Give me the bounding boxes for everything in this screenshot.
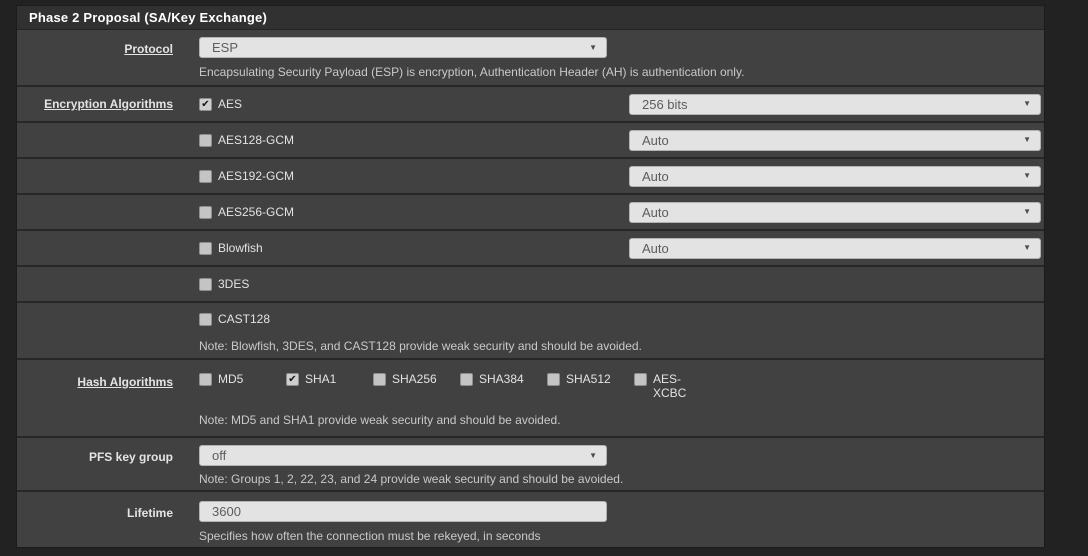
- pfs-key-group-select[interactable]: off ▼: [199, 445, 607, 466]
- checkbox-icon[interactable]: [199, 312, 212, 326]
- aes192-gcm-checkbox[interactable]: AES192-GCM: [199, 169, 294, 183]
- lifetime-note: Specifies how often the connection must …: [199, 529, 541, 543]
- checkbox-icon[interactable]: [199, 373, 212, 386]
- encryption-row-aes192-gcm: AES192-GCM Auto ▼: [17, 157, 1044, 193]
- protocol-select[interactable]: ESP ▼: [199, 37, 607, 58]
- hash-options: MD5 SHA1 SHA256 SHA384: [199, 372, 1041, 400]
- aes-checkbox[interactable]: AES: [199, 97, 242, 111]
- cast128-checkbox-label: CAST128: [218, 312, 271, 326]
- lifetime-row: Lifetime Specifies how often the connect…: [17, 490, 1044, 547]
- checkbox-icon[interactable]: [199, 169, 212, 183]
- checkbox-icon[interactable]: [460, 373, 473, 386]
- sha384-checkbox-label: SHA384: [479, 372, 524, 386]
- blowfish-keylength-value: Auto: [642, 240, 669, 256]
- 3des-checkbox-label: 3DES: [218, 277, 250, 291]
- protocol-label: Protocol: [124, 42, 173, 56]
- protocol-row: Protocol ESP ▼ Encapsulating Security Pa…: [17, 30, 1044, 85]
- aes-keylength-select[interactable]: 256 bits ▼: [629, 93, 1041, 115]
- checkbox-icon[interactable]: [199, 97, 212, 111]
- aes256-gcm-keylength-select[interactable]: Auto ▼: [629, 201, 1041, 223]
- encryption-weak-note: Note: Blowfish, 3DES, and CAST128 provid…: [199, 339, 642, 353]
- aes192-gcm-keylength-select[interactable]: Auto ▼: [629, 165, 1041, 187]
- sha256-checkbox[interactable]: SHA256: [373, 372, 460, 400]
- aes128-gcm-keylength-select[interactable]: Auto ▼: [629, 129, 1041, 151]
- panel-body: Protocol ESP ▼ Encapsulating Security Pa…: [17, 30, 1044, 547]
- encryption-row-aes256-gcm: AES256-GCM Auto ▼: [17, 193, 1044, 229]
- aes-keylength-value: 256 bits: [642, 96, 688, 112]
- sha1-checkbox[interactable]: SHA1: [286, 372, 373, 400]
- 3des-checkbox[interactable]: 3DES: [199, 277, 249, 291]
- md5-checkbox[interactable]: MD5: [199, 372, 286, 400]
- panel-header: Phase 2 Proposal (SA/Key Exchange): [17, 6, 1044, 30]
- sha512-checkbox[interactable]: SHA512: [547, 372, 634, 400]
- encryption-row-cast128: CAST128 Note: Blowfish, 3DES, and CAST12…: [17, 301, 1044, 358]
- checkbox-icon[interactable]: [199, 205, 212, 219]
- aes256-gcm-keylength-value: Auto: [642, 204, 669, 220]
- aes-checkbox-label: AES: [218, 97, 243, 111]
- protocol-select-value: ESP: [212, 40, 239, 55]
- encryption-row-blowfish: Blowfish Auto ▼: [17, 229, 1044, 265]
- md5-checkbox-label: MD5: [218, 372, 244, 386]
- aes128-gcm-checkbox-label: AES128-GCM: [218, 133, 295, 147]
- blowfish-checkbox[interactable]: Blowfish: [199, 241, 263, 255]
- lifetime-label: Lifetime: [126, 506, 173, 520]
- phase2-proposal-panel: Phase 2 Proposal (SA/Key Exchange) Proto…: [16, 5, 1045, 548]
- aes256-gcm-checkbox-label: AES256-GCM: [218, 205, 295, 219]
- checkbox-icon[interactable]: [286, 373, 299, 386]
- cast128-checkbox[interactable]: CAST128: [199, 312, 1041, 326]
- dropdown-arrow-icon: ▼: [1023, 99, 1031, 108]
- blowfish-keylength-select[interactable]: Auto ▼: [629, 237, 1041, 259]
- checkbox-icon[interactable]: [373, 373, 386, 386]
- pfs-key-group-row: PFS key group off ▼ Note: Groups 1, 2, 2…: [17, 436, 1044, 490]
- aes192-gcm-keylength-value: Auto: [642, 168, 669, 184]
- encryption-row-aes128-gcm: AES128-GCM Auto ▼: [17, 121, 1044, 157]
- checkbox-icon[interactable]: [199, 133, 212, 147]
- pfs-key-group-value: off: [212, 448, 227, 463]
- sha256-checkbox-label: SHA256: [392, 372, 437, 386]
- dropdown-arrow-icon: ▼: [1023, 207, 1031, 216]
- hash-algorithms-row: Hash Algorithms MD5 SHA1 SHA256: [17, 358, 1044, 436]
- aes128-gcm-keylength-value: Auto: [642, 132, 669, 148]
- pfs-key-group-label: PFS key group: [88, 450, 173, 464]
- pfs-weak-note: Note: Groups 1, 2, 22, 23, and 24 provid…: [199, 472, 624, 486]
- dropdown-arrow-icon: ▼: [1023, 171, 1031, 180]
- checkbox-icon[interactable]: [199, 241, 212, 255]
- sha1-checkbox-label: SHA1: [305, 372, 337, 386]
- dropdown-arrow-icon: ▼: [1023, 135, 1031, 144]
- dropdown-arrow-icon: ▼: [589, 450, 597, 460]
- checkbox-icon[interactable]: [547, 373, 560, 386]
- checkbox-icon[interactable]: [199, 277, 212, 291]
- encryption-row-aes: Encryption Algorithms AES 256 bits ▼: [17, 85, 1044, 121]
- sha512-checkbox-label: SHA512: [566, 372, 611, 386]
- dropdown-arrow-icon: ▼: [589, 42, 597, 52]
- encryption-row-3des: 3DES: [17, 265, 1044, 301]
- aes256-gcm-checkbox[interactable]: AES256-GCM: [199, 205, 294, 219]
- blowfish-checkbox-label: Blowfish: [218, 241, 263, 255]
- aes192-gcm-checkbox-label: AES192-GCM: [218, 169, 295, 183]
- hash-algorithms-label: Hash Algorithms: [77, 375, 173, 389]
- aes128-gcm-checkbox[interactable]: AES128-GCM: [199, 133, 294, 147]
- aes-xcbc-checkbox-label: AES-XCBC: [653, 372, 687, 400]
- protocol-description: Encapsulating Security Payload (ESP) is …: [199, 65, 745, 79]
- aes-xcbc-checkbox[interactable]: AES-XCBC: [634, 372, 721, 400]
- dropdown-arrow-icon: ▼: [1023, 243, 1031, 252]
- sha384-checkbox[interactable]: SHA384: [460, 372, 547, 400]
- checkbox-icon[interactable]: [634, 373, 647, 386]
- panel-title: Phase 2 Proposal (SA/Key Exchange): [29, 10, 267, 25]
- encryption-algorithms-label: Encryption Algorithms: [44, 97, 173, 111]
- hash-weak-note: Note: MD5 and SHA1 provide weak security…: [199, 413, 561, 427]
- lifetime-input[interactable]: [199, 501, 607, 522]
